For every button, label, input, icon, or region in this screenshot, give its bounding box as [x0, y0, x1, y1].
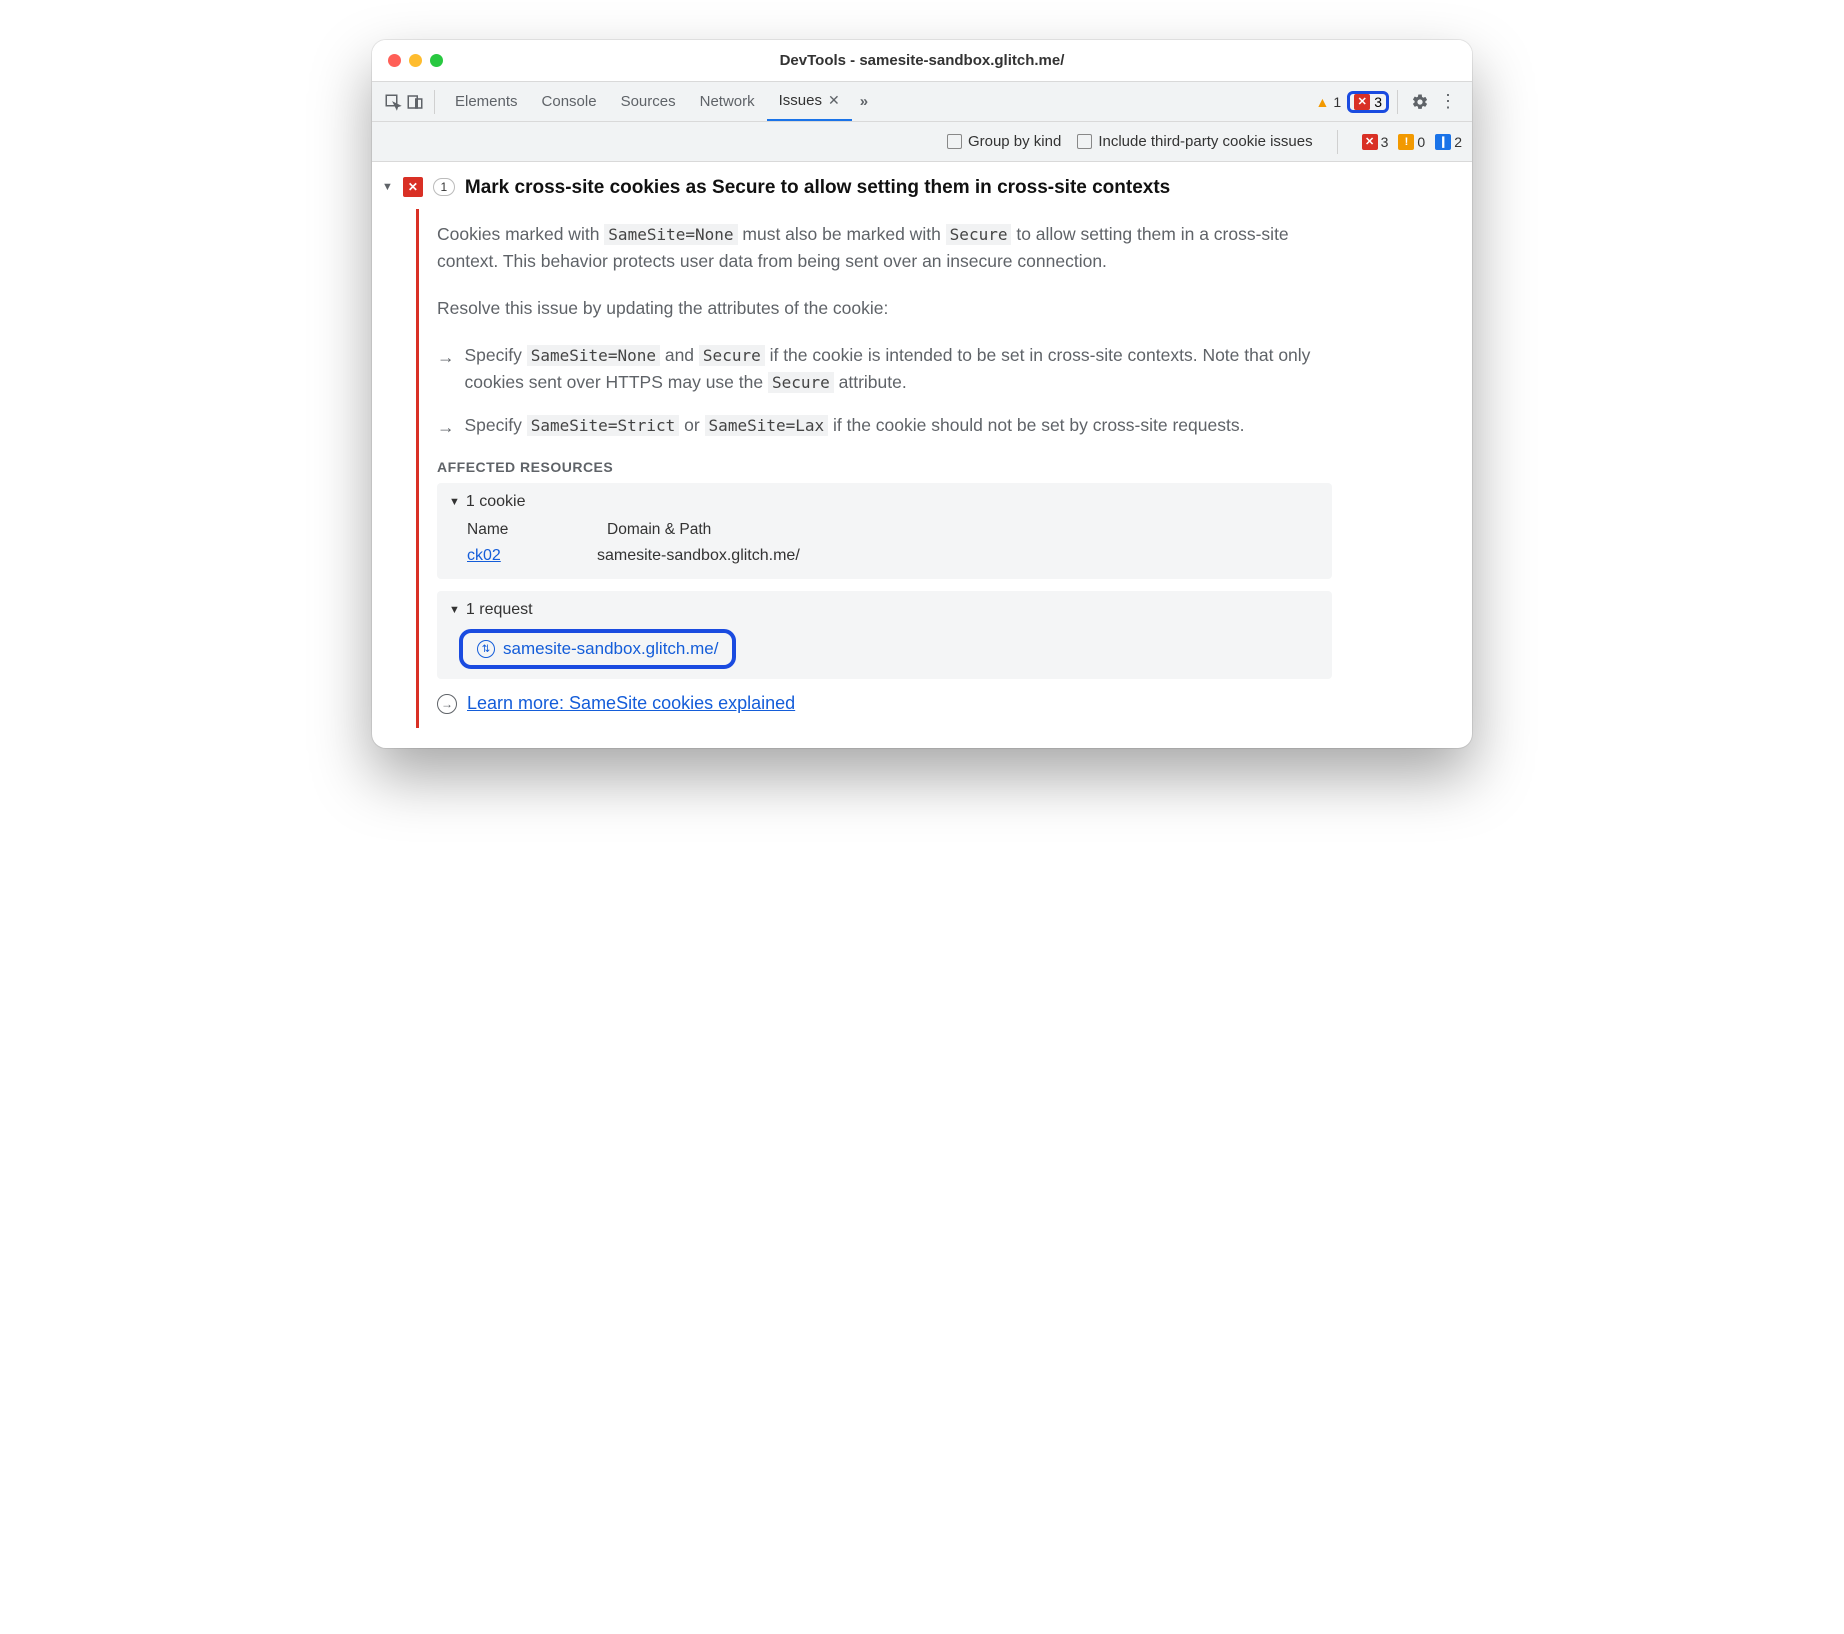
- requests-toggle[interactable]: ▼ 1 request: [449, 601, 1320, 619]
- resolve-intro: Resolve this issue by updating the attri…: [437, 295, 1332, 322]
- issue-body: Cookies marked with SameSite=None must a…: [416, 209, 1356, 729]
- network-icon: ⇅: [477, 640, 495, 658]
- device-toolbar-icon[interactable]: [404, 91, 426, 113]
- affected-requests-section: ▼ 1 request ⇅ samesite-sandbox.glitch.me…: [437, 591, 1332, 679]
- arrow-icon: →: [437, 412, 455, 441]
- issue-title: Mark cross-site cookies as Secure to all…: [465, 176, 1170, 201]
- code-samesite-none: SameSite=None: [604, 224, 737, 245]
- separator: [1397, 90, 1398, 114]
- warnings-badge[interactable]: ▲ 1: [1310, 94, 1348, 110]
- expand-toggle-icon[interactable]: ▼: [382, 176, 393, 193]
- affected-cookies-section: ▼ 1 cookie Name Domain & Path ck02 sames…: [437, 483, 1332, 579]
- more-options-icon[interactable]: ⋮: [1434, 91, 1462, 112]
- code-secure: Secure: [946, 224, 1012, 245]
- settings-icon[interactable]: [1406, 93, 1434, 111]
- caret-down-icon: ▼: [449, 604, 460, 616]
- error-count[interactable]: ✕ 3: [1362, 134, 1389, 150]
- window-controls: [388, 54, 443, 67]
- warning-count[interactable]: ! 0: [1398, 134, 1425, 150]
- message-icon: ❙: [1435, 134, 1451, 150]
- issues-panel: ▼ ✕ 1 Mark cross-site cookies as Secure …: [372, 162, 1472, 748]
- include-third-party-checkbox[interactable]: Include third-party cookie issues: [1077, 133, 1312, 150]
- learn-more-link[interactable]: Learn more: SameSite cookies explained: [467, 693, 795, 714]
- separator: [434, 90, 435, 114]
- error-icon: ✕: [1362, 134, 1378, 150]
- main-toolbar: Elements Console Sources Network Issues …: [372, 82, 1472, 122]
- warning-icon: ▲: [1316, 94, 1330, 110]
- issue-count-badge: 1: [433, 178, 455, 196]
- titlebar: DevTools - samesite-sandbox.glitch.me/: [372, 40, 1472, 82]
- message-count[interactable]: ❙ 2: [1435, 134, 1462, 150]
- devtools-window: DevTools - samesite-sandbox.glitch.me/ E…: [372, 40, 1472, 748]
- resolution-step-1: → Specify SameSite=None and Secure if th…: [437, 342, 1332, 396]
- zoom-window-button[interactable]: [430, 54, 443, 67]
- tab-elements[interactable]: Elements: [443, 82, 530, 121]
- cookie-row: ck02 samesite-sandbox.glitch.me/: [449, 543, 1320, 569]
- tab-issues[interactable]: Issues ✕: [767, 82, 852, 121]
- separator: [1337, 130, 1338, 154]
- minimize-window-button[interactable]: [409, 54, 422, 67]
- close-tab-icon[interactable]: ✕: [828, 92, 840, 109]
- tab-console[interactable]: Console: [530, 82, 609, 121]
- more-tabs-button[interactable]: »: [852, 93, 876, 110]
- window-title: DevTools - samesite-sandbox.glitch.me/: [372, 52, 1472, 69]
- checkbox-icon: [947, 134, 962, 149]
- warning-icon: !: [1398, 134, 1414, 150]
- request-link[interactable]: ⇅ samesite-sandbox.glitch.me/: [459, 629, 736, 669]
- cookie-table-header: Name Domain & Path: [449, 517, 1320, 543]
- issue-header[interactable]: ▼ ✕ 1 Mark cross-site cookies as Secure …: [372, 168, 1472, 209]
- arrow-circle-icon: →: [437, 694, 457, 714]
- errors-badge[interactable]: ✕ 3: [1347, 91, 1389, 113]
- inspect-element-icon[interactable]: [382, 91, 404, 113]
- affected-resources-heading: AFFECTED RESOURCES: [437, 459, 1332, 475]
- cookies-toggle[interactable]: ▼ 1 cookie: [449, 493, 1320, 511]
- arrow-icon: →: [437, 342, 455, 396]
- resolution-step-2: → Specify SameSite=Strict or SameSite=La…: [437, 412, 1332, 441]
- issue-error-icon: ✕: [403, 177, 423, 197]
- error-icon: ✕: [1354, 94, 1370, 110]
- issue-counters: ✕ 3 ! 0 ❙ 2: [1362, 134, 1462, 150]
- issues-toolbar: Group by kind Include third-party cookie…: [372, 122, 1472, 162]
- tab-network[interactable]: Network: [688, 82, 767, 121]
- checkbox-icon: [1077, 134, 1092, 149]
- tab-sources[interactable]: Sources: [609, 82, 688, 121]
- cookie-name-link[interactable]: ck02: [467, 547, 547, 565]
- cookie-domain: samesite-sandbox.glitch.me/: [597, 547, 800, 565]
- caret-down-icon: ▼: [449, 496, 460, 508]
- learn-more-row: → Learn more: SameSite cookies explained: [437, 693, 1332, 714]
- issue-description: Cookies marked with SameSite=None must a…: [437, 221, 1332, 275]
- close-window-button[interactable]: [388, 54, 401, 67]
- group-by-kind-checkbox[interactable]: Group by kind: [947, 133, 1061, 150]
